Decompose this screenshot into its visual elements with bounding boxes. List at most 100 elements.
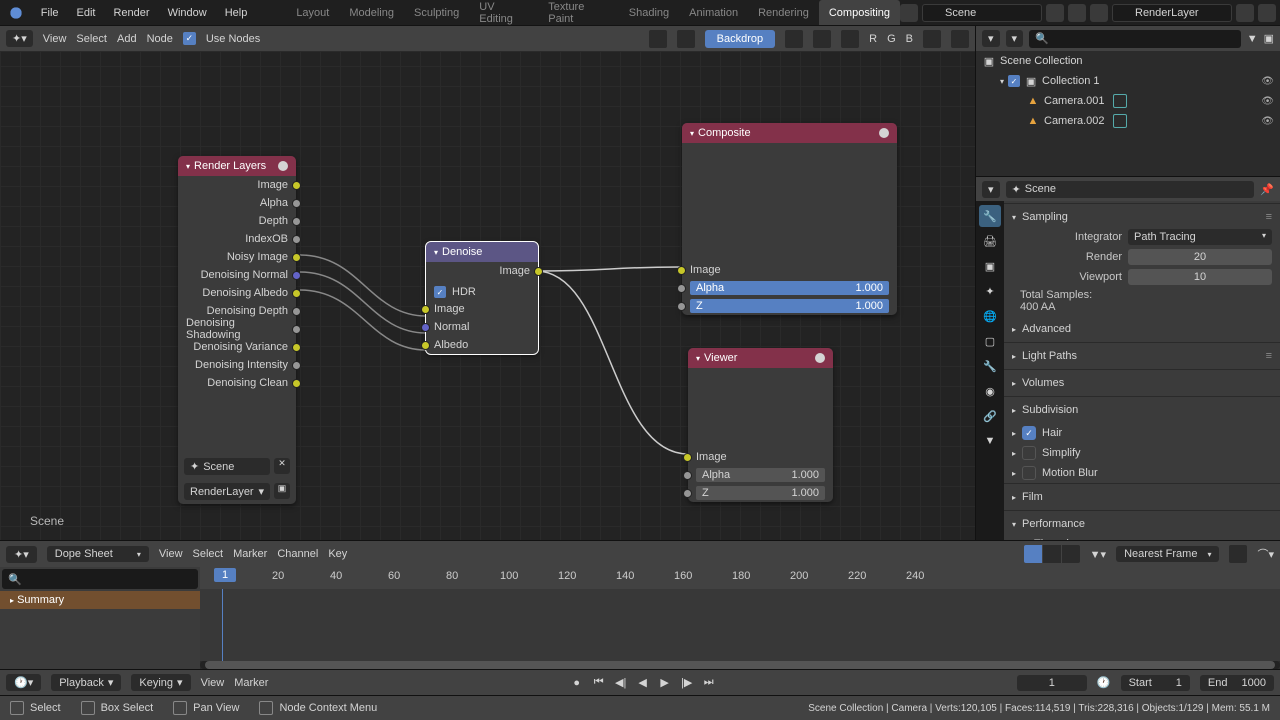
channel-combined-icon[interactable]: [785, 30, 803, 48]
presets-icon[interactable]: ≡: [1266, 350, 1272, 362]
integrator-select[interactable]: Path Tracing▾: [1128, 229, 1272, 245]
keying-dropdown[interactable]: Keying ▾: [131, 674, 190, 691]
socket-in-normal[interactable]: Normal: [434, 321, 469, 333]
tab-constraint-icon[interactable]: 🔗: [979, 405, 1001, 427]
start-frame-field[interactable]: Start1: [1121, 675, 1190, 691]
node-menu-node[interactable]: Node: [147, 33, 173, 45]
tab-rendering[interactable]: Rendering: [748, 0, 819, 25]
end-frame-field[interactable]: End1000: [1200, 675, 1274, 691]
breadcrumb[interactable]: ✦Scene: [1006, 181, 1255, 198]
node-menu-add[interactable]: Add: [117, 33, 137, 45]
visibility-icon[interactable]: 👁: [1261, 116, 1274, 127]
properties-editor-dropdown[interactable]: ▾: [982, 181, 1000, 198]
next-keyframe-icon[interactable]: |▶: [677, 673, 697, 693]
scene-field[interactable]: Scene: [922, 4, 1042, 22]
pin-icon[interactable]: 📌: [1260, 183, 1274, 196]
range-lock-icon[interactable]: 🕐: [1097, 676, 1111, 689]
node-render-layers[interactable]: ▾Render Layers Image Alpha Depth IndexOB…: [178, 156, 296, 504]
socket-image[interactable]: Image: [696, 451, 727, 463]
outliner-collection-1[interactable]: Collection 1: [1042, 75, 1099, 87]
section-advanced[interactable]: Advanced: [1022, 323, 1071, 335]
dope-editor-dropdown[interactable]: ✦▾: [6, 546, 37, 563]
outliner-display-dropdown[interactable]: ▾: [1006, 30, 1024, 47]
tab-world-icon[interactable]: 🌐: [979, 305, 1001, 327]
alpha-field[interactable]: Alpha1.000: [696, 468, 825, 482]
tab-animation[interactable]: Animation: [679, 0, 748, 25]
channel-r[interactable]: R: [869, 33, 877, 45]
jump-start-icon[interactable]: ⏮: [589, 673, 609, 693]
player-menu-view[interactable]: View: [201, 677, 225, 689]
pin-icon[interactable]: [649, 30, 667, 48]
node-viewer[interactable]: ▾Viewer Image Alpha1.000 Z1.000: [688, 348, 833, 502]
tab-compositing[interactable]: Compositing: [819, 0, 900, 25]
socket-noisy[interactable]: Noisy Image: [227, 251, 288, 263]
dope-menu-view[interactable]: View: [159, 548, 183, 560]
autokey-icon[interactable]: ●: [567, 673, 587, 693]
node-composite[interactable]: ▾Composite Image Alpha1.000 Z1.000: [682, 123, 897, 315]
section-simplify[interactable]: Simplify: [1042, 447, 1081, 459]
section-motion-blur[interactable]: Motion Blur: [1042, 467, 1098, 479]
section-performance[interactable]: Performance: [1022, 518, 1085, 530]
hair-checkbox[interactable]: ✓: [1022, 426, 1036, 440]
tab-physics-icon[interactable]: ◉: [979, 380, 1001, 402]
tab-modifier-icon[interactable]: 🔧: [979, 355, 1001, 377]
menu-help[interactable]: Help: [216, 7, 257, 19]
scene-browse-icon[interactable]: [900, 4, 918, 22]
outliner-scene-collection[interactable]: Scene Collection: [1000, 55, 1083, 67]
tab-uv-editing[interactable]: UV Editing: [469, 0, 538, 25]
simplify-checkbox[interactable]: [1022, 446, 1036, 460]
filter-errors-icon[interactable]: [1062, 545, 1080, 563]
parent-node-icon[interactable]: [677, 30, 695, 48]
dope-menu-select[interactable]: Select: [193, 548, 224, 560]
socket-dn-intensity[interactable]: Denoising Intensity: [195, 359, 288, 371]
layer-new-icon[interactable]: [1236, 4, 1254, 22]
viewlayer-field[interactable]: RenderLayer: [1112, 4, 1232, 22]
z-field[interactable]: Z1.000: [696, 486, 825, 500]
timeline-editor-dropdown[interactable]: 🕐▾: [6, 674, 41, 691]
filter-dropdown-icon[interactable]: ▼▾: [1090, 548, 1106, 561]
section-hair[interactable]: Hair: [1042, 427, 1062, 439]
restrict-icon[interactable]: [1113, 94, 1127, 108]
outliner-camera-001[interactable]: Camera.001: [1044, 95, 1105, 107]
section-film[interactable]: Film: [1022, 491, 1043, 503]
tab-render-icon[interactable]: 🔧: [979, 205, 1001, 227]
tab-texture-paint[interactable]: Texture Paint: [538, 0, 619, 25]
presets-icon[interactable]: ≡: [1266, 211, 1272, 223]
rl-layer-field[interactable]: RenderLayer▾: [184, 483, 270, 500]
rl-scene-field[interactable]: ✦Scene: [184, 458, 270, 475]
node-menu-select[interactable]: Select: [76, 33, 107, 45]
timeline-ruler[interactable]: 1 20 40 60 80 100 120 140 160 180 200 22…: [200, 567, 1280, 589]
rl-scene-clear-icon[interactable]: ✕: [274, 458, 290, 474]
section-volumes[interactable]: Volumes: [1022, 377, 1064, 389]
fit-icon[interactable]: [951, 30, 969, 48]
summary-channel[interactable]: ▸ Summary: [0, 591, 200, 609]
use-nodes-checkbox[interactable]: ✓: [183, 32, 196, 45]
zoom-icon[interactable]: [923, 30, 941, 48]
socket-indexob[interactable]: IndexOB: [245, 233, 288, 245]
motion-blur-checkbox[interactable]: [1022, 466, 1036, 480]
socket-in-albedo[interactable]: Albedo: [434, 339, 468, 351]
socket-dn-normal[interactable]: Denoising Normal: [201, 269, 288, 281]
play-reverse-icon[interactable]: ◀: [633, 673, 653, 693]
timeline-scrollbar[interactable]: [200, 661, 1280, 669]
preview-icon[interactable]: [879, 128, 889, 138]
z-field[interactable]: Z1.000: [690, 299, 889, 313]
section-light-paths[interactable]: Light Paths: [1022, 350, 1077, 362]
channel-b[interactable]: B: [906, 33, 913, 45]
menu-render[interactable]: Render: [104, 7, 158, 19]
preview-icon[interactable]: [815, 353, 825, 363]
channel-alpha-icon[interactable]: [841, 30, 859, 48]
new-collection-icon[interactable]: ▣: [1264, 32, 1274, 45]
dope-menu-channel[interactable]: Channel: [277, 548, 318, 560]
dope-mode-dropdown[interactable]: Dope Sheet▾: [47, 546, 149, 562]
alpha-field[interactable]: Alpha1.000: [690, 281, 889, 295]
menu-edit[interactable]: Edit: [68, 7, 105, 19]
scene-delete-icon[interactable]: [1068, 4, 1086, 22]
filter-icon[interactable]: ▼: [1247, 33, 1258, 45]
playhead[interactable]: [222, 589, 223, 669]
dope-search[interactable]: 🔍: [2, 569, 198, 589]
timeline-track[interactable]: [200, 589, 1280, 661]
menu-file[interactable]: File: [32, 7, 68, 19]
socket-dn-clean[interactable]: Denoising Clean: [207, 377, 288, 389]
render-samples-field[interactable]: 20: [1128, 249, 1272, 265]
